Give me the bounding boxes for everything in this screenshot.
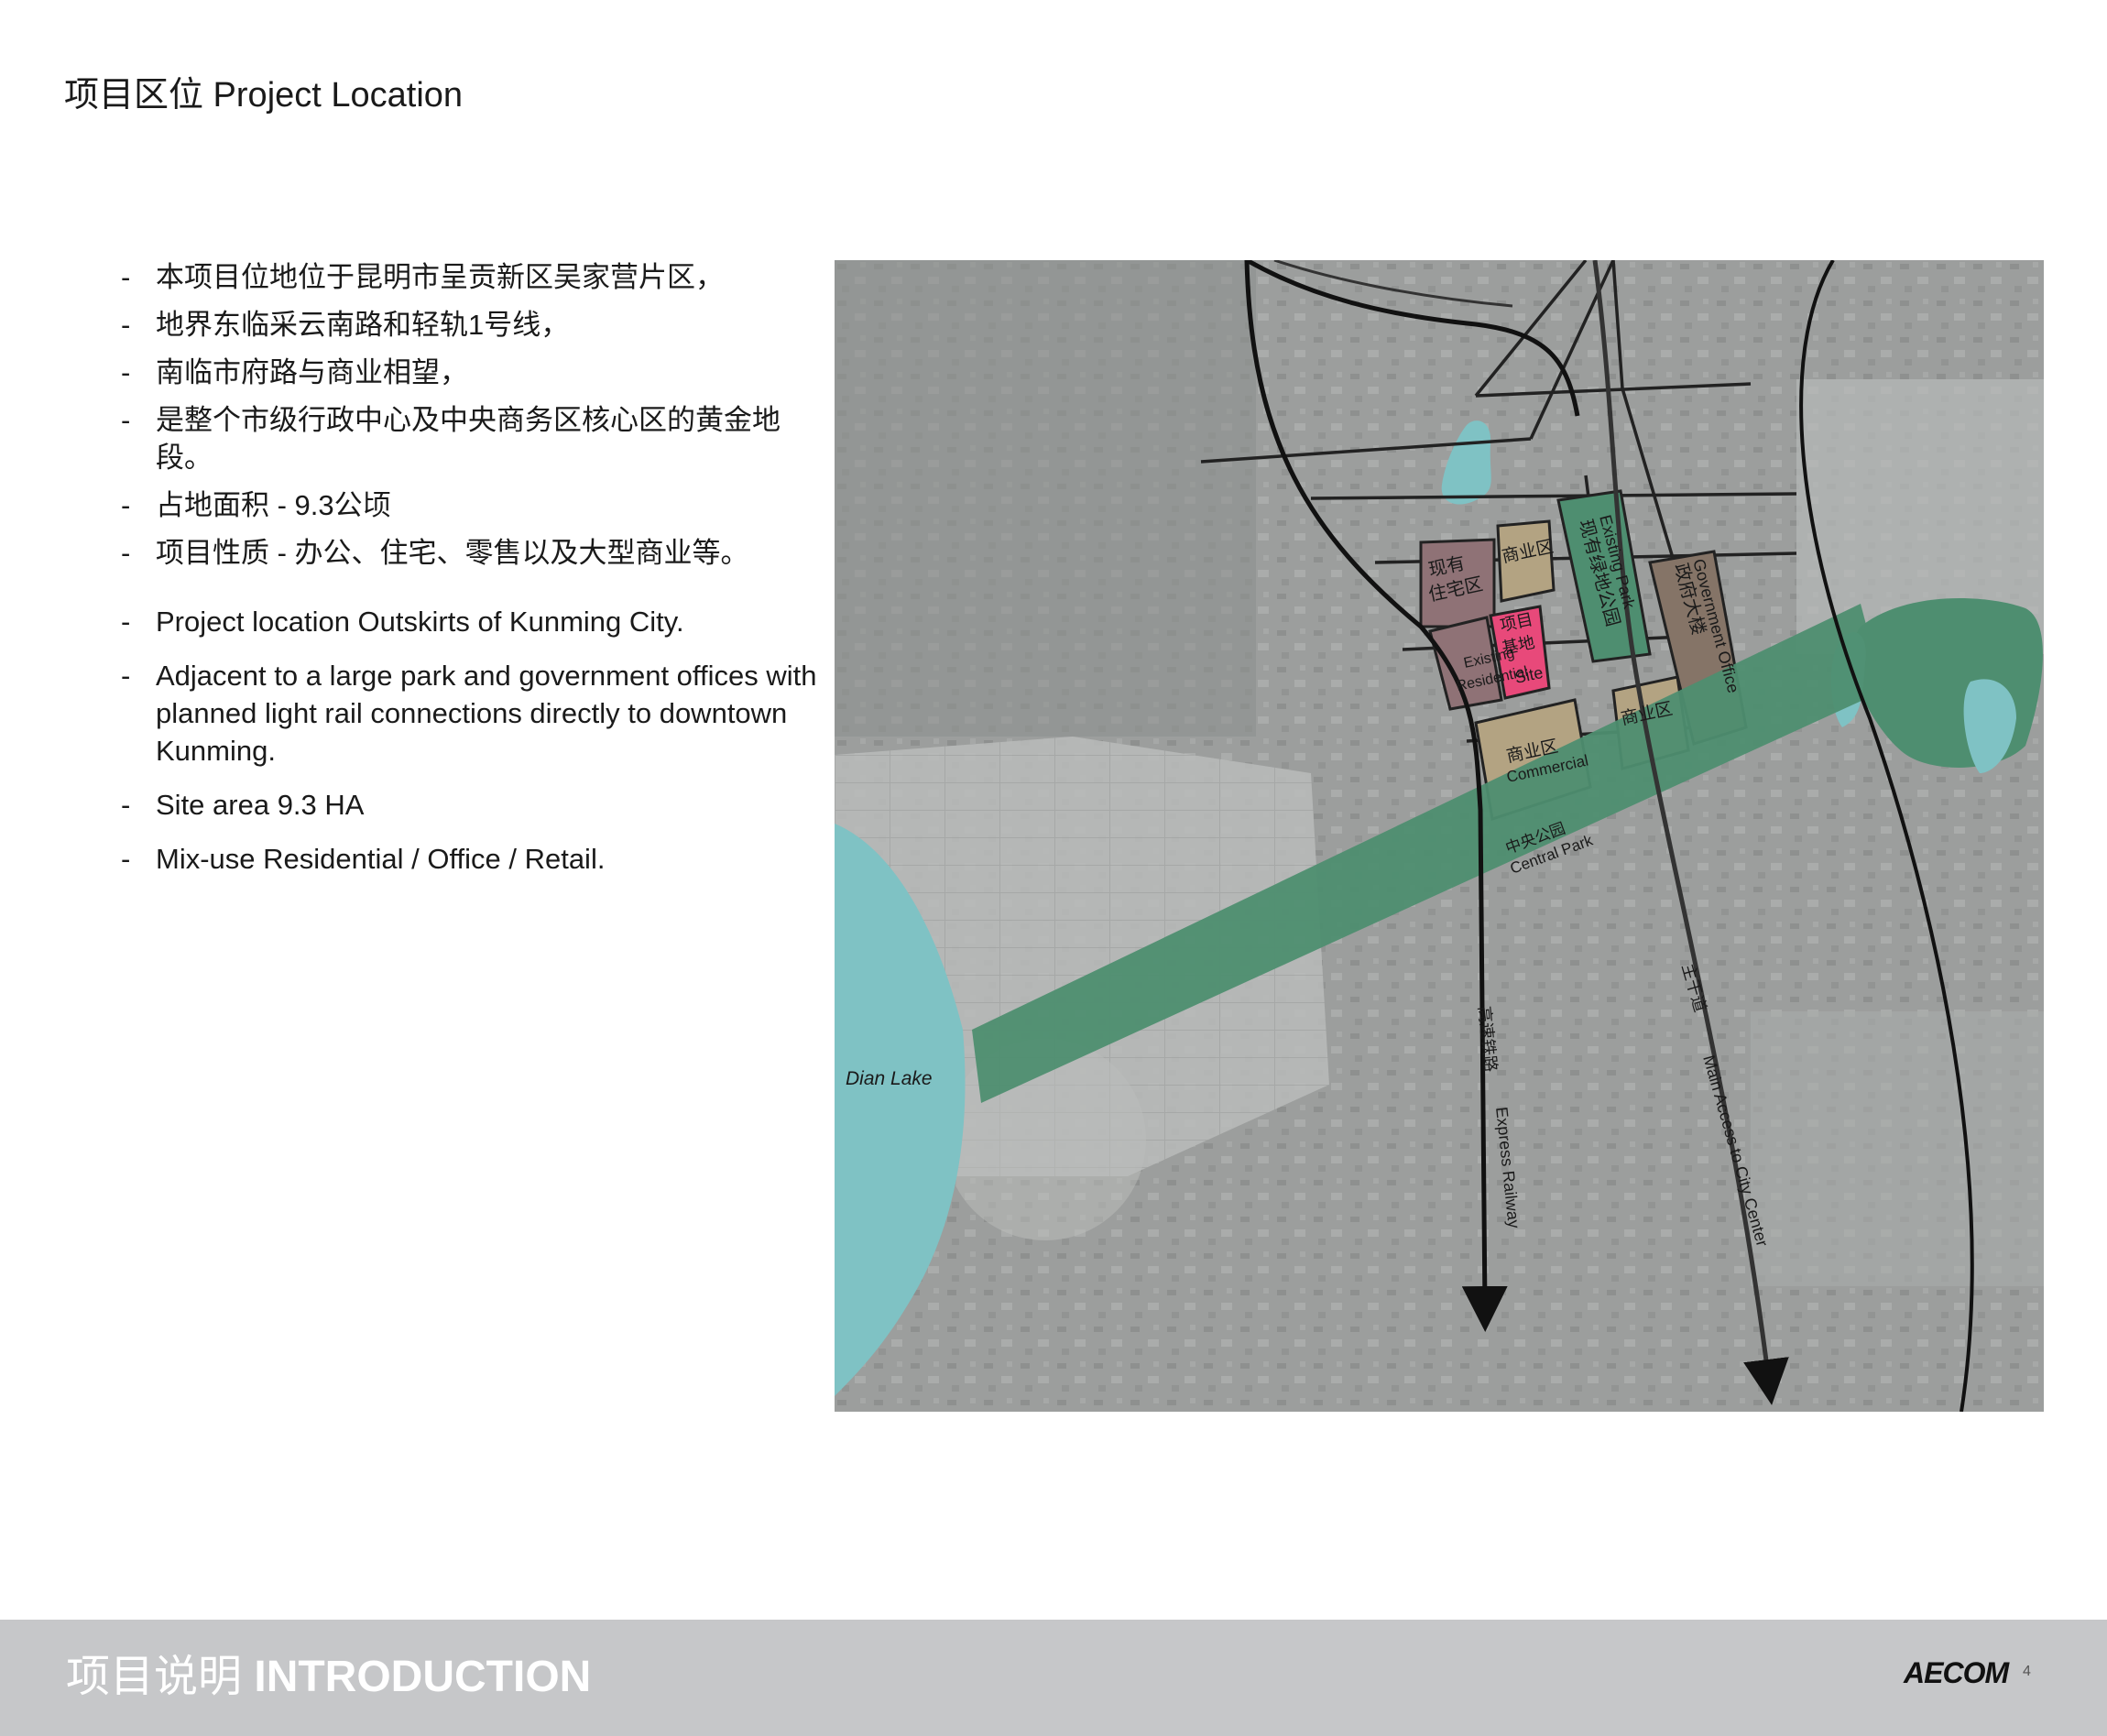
chinese-bullet-list: 本项目位地位于昆明市呈贡新区吴家营片区， 地界东临采云南路和轻轨1号线， 南临市… bbox=[121, 258, 835, 582]
urban-blocks-southeast bbox=[1751, 1011, 2044, 1286]
map-base-dark bbox=[835, 260, 1256, 737]
footer-title-cn: 项目说明 bbox=[66, 1653, 243, 1701]
list-item: 是整个市级行政中心及中央商务区核心区的黄金地段。 bbox=[121, 401, 835, 476]
list-item: 南临市府路与商业相望， bbox=[121, 354, 835, 391]
list-item: 项目性质 - 办公、住宅、零售以及大型商业等。 bbox=[121, 534, 835, 572]
list-item: Project location Outskirts of Kunming Ci… bbox=[121, 603, 835, 640]
footer-title: 项目说明 INTRODUCTION bbox=[66, 1640, 591, 1704]
page-title: 项目区位 Project Location bbox=[64, 76, 464, 115]
location-map: Dian Lake 现有 住宅区 商业区 Existing Park 现有绿地公… bbox=[835, 260, 2044, 1412]
list-item: 本项目位地位于昆明市呈贡新区吴家营片区， bbox=[121, 258, 835, 296]
list-item: 占地面积 - 9.3公顷 bbox=[121, 486, 835, 524]
page-number: 4 bbox=[2023, 1664, 2031, 1679]
list-item: Adjacent to a large park and government … bbox=[121, 657, 835, 770]
footer-bar: 项目说明 INTRODUCTION AECOM 4 bbox=[0, 1620, 2107, 1736]
list-item: Mix-use Residential / Office / Retail. bbox=[121, 840, 835, 878]
english-bullet-list: Project location Outskirts of Kunming Ci… bbox=[121, 603, 835, 894]
list-item: 地界东临采云南路和轻轨1号线， bbox=[121, 306, 835, 344]
dian-lake-label: Dian Lake bbox=[846, 1068, 933, 1089]
aecom-logo: AECOM bbox=[1904, 1656, 2009, 1689]
list-item: Site area 9.3 HA bbox=[121, 786, 835, 824]
footer-title-en: INTRODUCTION bbox=[254, 1653, 592, 1701]
